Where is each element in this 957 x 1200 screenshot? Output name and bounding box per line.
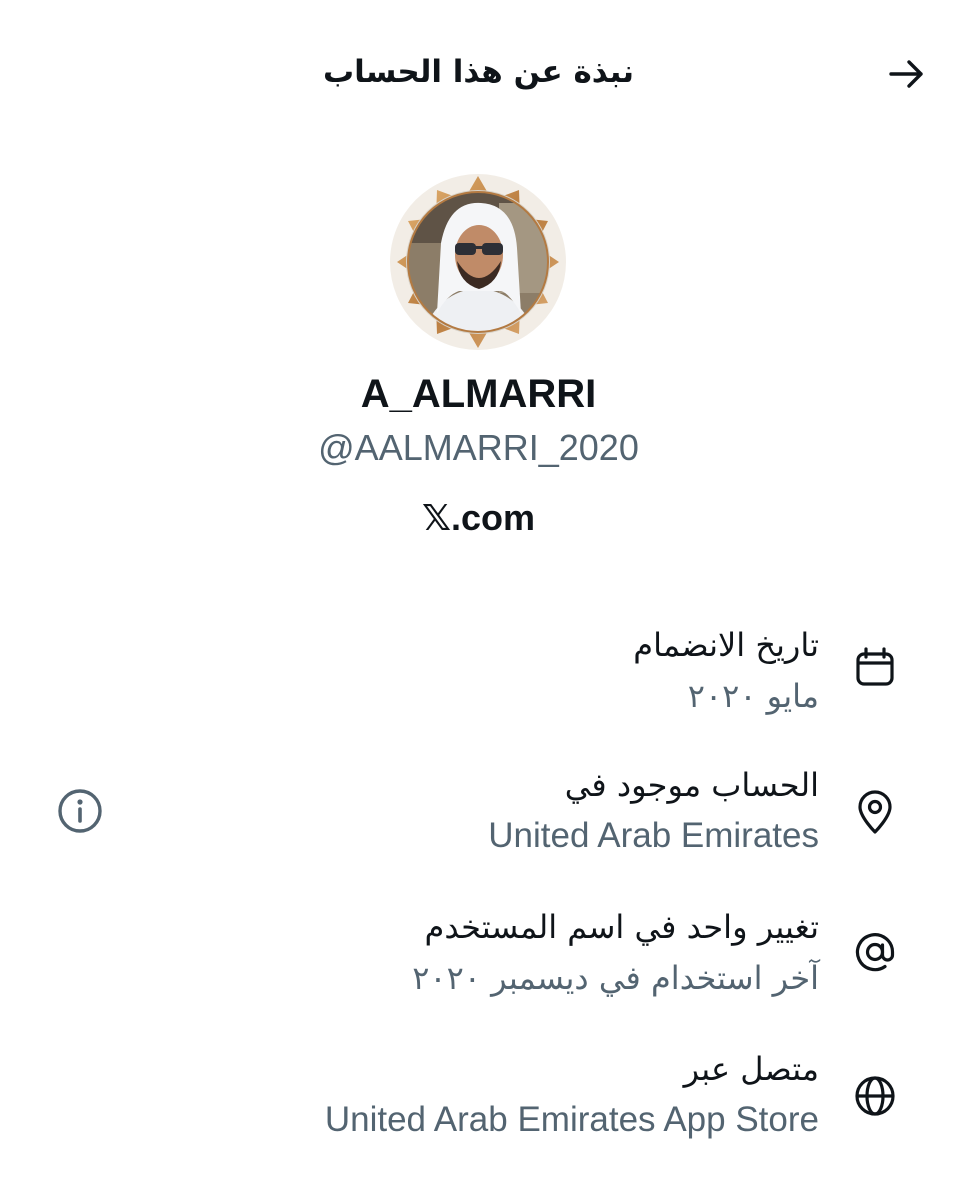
detail-value: آخر استخدام في ديسمبر ٢٠٢٠ xyxy=(412,959,819,997)
detail-label: متصل عبر xyxy=(683,1050,819,1088)
detail-value: United Arab Emirates App Store xyxy=(324,1100,819,1139)
at-sign-icon xyxy=(851,928,899,976)
detail-row-connected-via: متصل عبر United Arab Emirates App Store xyxy=(0,1044,957,1164)
detail-label: تغيير واحد في اسم المستخدم xyxy=(424,908,820,946)
globe-icon xyxy=(851,1072,899,1120)
page-title: نبذة عن هذا الحساب xyxy=(323,54,634,90)
detail-label: الحساب موجود في xyxy=(564,766,819,804)
detail-value: United Arab Emirates xyxy=(488,816,819,855)
username-handle: @AALMARRI_2020 xyxy=(318,427,639,468)
avatar-image xyxy=(390,174,566,350)
site-link[interactable]: 𝕏.com xyxy=(0,497,957,539)
detail-value: مايو ٢٠٢٠ xyxy=(687,677,819,715)
detail-row-join-date: تاريخ الانضمام مايو ٢٠٢٠ xyxy=(0,620,957,740)
location-pin-icon xyxy=(851,788,899,836)
display-name: A_ALMARRI xyxy=(360,372,597,416)
info-icon xyxy=(58,789,102,833)
detail-row-username-change: تغيير واحد في اسم المستخدم آخر استخدام ف… xyxy=(0,902,957,1022)
arrow-right-icon xyxy=(889,60,923,88)
avatar[interactable] xyxy=(389,173,567,351)
detail-row-location: الحساب موجود في United Arab Emirates xyxy=(0,760,957,880)
calendar-icon xyxy=(851,644,899,692)
info-button[interactable] xyxy=(55,786,105,836)
detail-label: تاريخ الانضمام xyxy=(633,626,819,664)
back-button[interactable] xyxy=(885,52,929,96)
header-bar: نبذة عن هذا الحساب xyxy=(0,40,957,110)
